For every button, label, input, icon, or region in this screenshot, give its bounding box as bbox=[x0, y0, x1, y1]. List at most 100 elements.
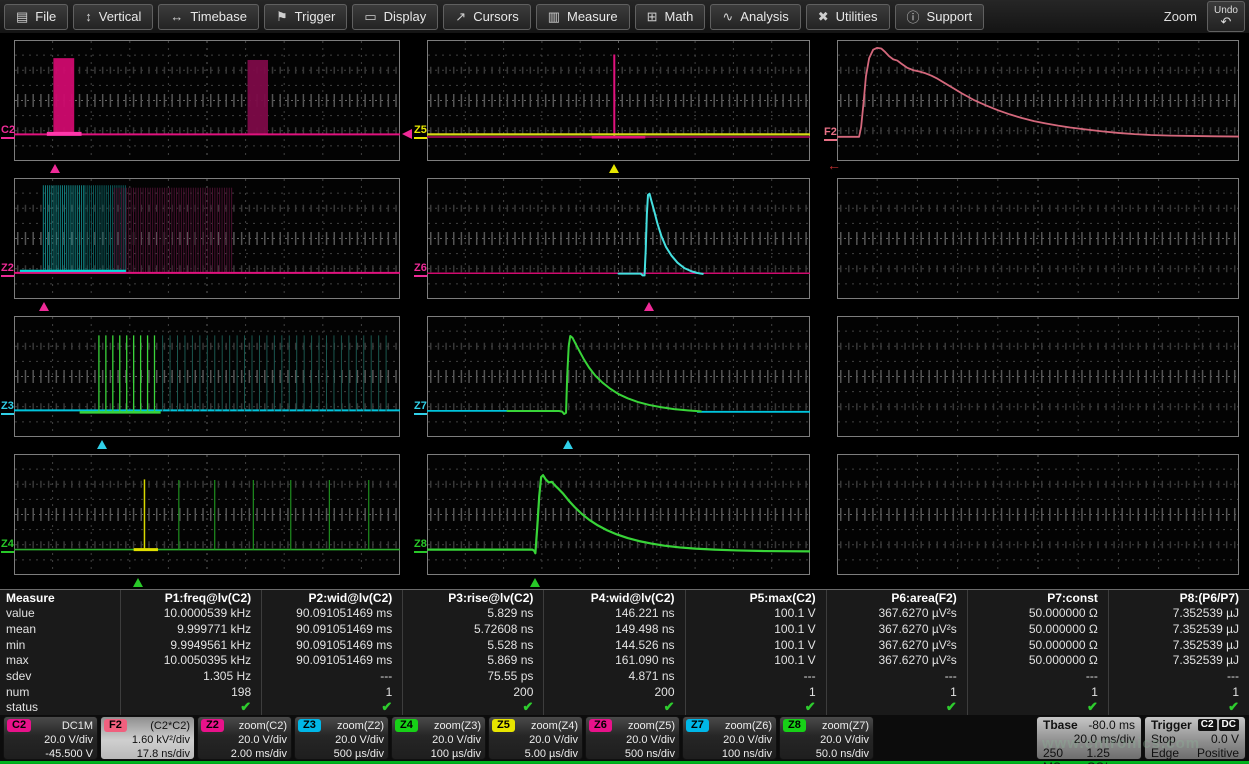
trigger-position-marker[interactable] bbox=[563, 440, 573, 449]
panel-z2[interactable]: Z2 bbox=[14, 178, 400, 299]
measure-column-p7: P7:const50.000000 Ω50.000000 Ω50.000000 … bbox=[967, 590, 1108, 715]
grid-panel-empty[interactable] bbox=[837, 178, 1239, 299]
trigger-position-marker[interactable] bbox=[609, 164, 619, 173]
channel-label-z8[interactable]: Z8 bbox=[414, 539, 427, 553]
measure-col-header-p7[interactable]: P7:const bbox=[968, 590, 1108, 606]
trigger-summary[interactable]: Trigger C2 DC Stop 0.0 V Edge Positive bbox=[1144, 716, 1246, 760]
menu-button-support[interactable]: ⓘSupport bbox=[895, 4, 985, 30]
channel-label-f2[interactable]: F2 bbox=[824, 127, 837, 141]
descriptor-z3[interactable]: Z3zoom(Z2)20.0 V/div500 µs/div bbox=[294, 716, 389, 760]
menu-button-math[interactable]: ⊞ Math bbox=[635, 4, 706, 30]
graticule bbox=[14, 40, 400, 161]
measure-col-header-p1[interactable]: P1:freq@lv(C2) bbox=[121, 590, 261, 606]
zoom-mode-label: Zoom bbox=[1164, 9, 1197, 24]
channel-badge-c2: C2 bbox=[7, 719, 31, 732]
descriptor-z5[interactable]: Z5zoom(Z4)20.0 V/div5.00 µs/div bbox=[488, 716, 583, 760]
measure-value: 1.305 Hz bbox=[121, 668, 261, 684]
menu-button-cursors[interactable]: ↗Cursors bbox=[443, 4, 530, 30]
menu-button-label: Analysis bbox=[740, 9, 788, 24]
panel-f2[interactable]: F2← bbox=[837, 40, 1239, 161]
measure-value: 90.091051469 ms bbox=[262, 653, 402, 669]
measure-col-header-p3[interactable]: P3:rise@lv(C2) bbox=[403, 590, 543, 606]
grid-panel-empty[interactable] bbox=[837, 316, 1239, 437]
undo-button[interactable]: Undo ↶ bbox=[1207, 1, 1245, 32]
descriptor-scale: 20.0 V/div bbox=[298, 733, 384, 747]
menu-button-timebase[interactable]: ↔Timebase bbox=[158, 4, 259, 30]
timebase-offset: -80.0 ms bbox=[1088, 718, 1135, 732]
trigger-level-arrow[interactable] bbox=[402, 129, 412, 139]
measure-value: 9.9949561 kHz bbox=[121, 637, 261, 653]
descriptor-z2[interactable]: Z2zoom(C2)20.0 V/div2.00 ms/div bbox=[197, 716, 292, 760]
menu-button-label: Math bbox=[664, 9, 693, 24]
descriptor-source: zoom(Z4) bbox=[531, 720, 578, 732]
menu-button-measure[interactable]: ▥Measure bbox=[536, 4, 630, 30]
trigger-position-marker[interactable] bbox=[39, 302, 49, 311]
math-calculator-icon: ⊞ bbox=[647, 9, 658, 25]
panel-z7[interactable]: Z7 bbox=[427, 316, 810, 437]
menu-button-label: Timebase bbox=[190, 9, 247, 24]
descriptor-z8[interactable]: Z8zoom(Z7)20.0 V/div50.0 ns/div bbox=[779, 716, 874, 760]
descriptor-z7[interactable]: Z7zoom(Z6)20.0 V/div100 ns/div bbox=[682, 716, 777, 760]
menu-button-trigger[interactable]: ⚑Trigger bbox=[264, 4, 347, 30]
descriptor-z4[interactable]: Z4zoom(Z3)20.0 V/div100 µs/div bbox=[391, 716, 486, 760]
measure-table: MeasurevaluemeanminmaxsdevnumstatusP1:fr… bbox=[0, 589, 1249, 715]
channel-label-z3[interactable]: Z3 bbox=[1, 401, 14, 415]
trigger-position-marker[interactable] bbox=[530, 578, 540, 587]
panel-z8[interactable]: Z8 bbox=[427, 454, 810, 575]
measure-col-header-p5[interactable]: P5:max(C2) bbox=[686, 590, 826, 606]
channel-label-z6[interactable]: Z6 bbox=[414, 263, 427, 277]
measure-row-label: value bbox=[0, 606, 120, 622]
panel-z5[interactable]: Z5 bbox=[427, 40, 810, 161]
panel-c2[interactable]: C2 bbox=[14, 40, 400, 161]
panel-z4[interactable]: Z4 bbox=[14, 454, 400, 575]
waveform-display: C2Z5F2←Z2Z6Z3Z7Z4Z8 bbox=[0, 34, 1249, 589]
channel-label-z2[interactable]: Z2 bbox=[1, 263, 14, 277]
graticule bbox=[427, 178, 810, 299]
panel-z3[interactable]: Z3 bbox=[14, 316, 400, 437]
descriptor-f2[interactable]: F2(C2*C2)1.60 kV²/div17.8 ns/div bbox=[100, 716, 195, 760]
oscilloscope-screen: ▤File↕Vertical↔Timebase⚑Trigger▭Display↗… bbox=[0, 0, 1249, 764]
measure-value: 10.0050395 kHz bbox=[121, 653, 261, 669]
measure-col-header-p2[interactable]: P2:wid@lv(C2) bbox=[262, 590, 402, 606]
descriptor-source: zoom(Z3) bbox=[434, 720, 481, 732]
channel-label-z7[interactable]: Z7 bbox=[414, 401, 427, 415]
measure-value: 7.352539 µJ bbox=[1109, 606, 1249, 622]
menu-button-vertical[interactable]: ↕Vertical bbox=[73, 4, 153, 30]
measure-col-header-p8[interactable]: P8:(P6/P7) bbox=[1109, 590, 1249, 606]
descriptor-c2[interactable]: C2DC1M20.0 V/div-45.500 V bbox=[3, 716, 98, 760]
trigger-position-marker[interactable] bbox=[50, 164, 60, 173]
measure-col-header-p6[interactable]: P6:area(F2) bbox=[827, 590, 967, 606]
channel-label-z4[interactable]: Z4 bbox=[1, 539, 14, 553]
channel-label-c2[interactable]: C2 bbox=[1, 125, 15, 139]
timebase-summary[interactable]: Tbase -80.0 ms 20.0 ms/div 250 MS 1.25 G… bbox=[1036, 716, 1142, 760]
menu-bar: ▤File↕Vertical↔Timebase⚑Trigger▭Display↗… bbox=[0, 0, 1249, 34]
measure-value: 100.1 V bbox=[686, 637, 826, 653]
trigger-mode: Stop bbox=[1151, 732, 1176, 746]
measure-value: 90.091051469 ms bbox=[262, 606, 402, 622]
trigger-coupling-badge: DC bbox=[1219, 719, 1239, 731]
menu-button-file[interactable]: ▤File bbox=[4, 4, 68, 30]
timebase-scale: 20.0 ms/div bbox=[1074, 732, 1135, 746]
graticule bbox=[427, 316, 810, 437]
measure-col-header-p4[interactable]: P4:wid@lv(C2) bbox=[544, 590, 684, 606]
trigger-position-marker[interactable] bbox=[133, 578, 143, 587]
menu-button-label: Measure bbox=[567, 9, 618, 24]
menu-button-utilities[interactable]: ✖Utilities bbox=[806, 4, 890, 30]
trigger-position-marker[interactable] bbox=[644, 302, 654, 311]
measure-row-label: max bbox=[0, 653, 120, 669]
grid-panel-empty[interactable] bbox=[837, 454, 1239, 575]
descriptor-scale: 20.0 V/div bbox=[783, 733, 869, 747]
trigger-position-marker[interactable] bbox=[97, 440, 107, 449]
descriptor-offset: 100 ns/div bbox=[686, 747, 772, 761]
measure-row-label: num bbox=[0, 684, 120, 700]
measure-value: --- bbox=[968, 668, 1108, 684]
channel-label-z5[interactable]: Z5 bbox=[414, 125, 427, 139]
measure-status-ok-icon: ✔ bbox=[686, 699, 826, 715]
descriptor-source: zoom(Z5) bbox=[628, 720, 675, 732]
menu-button-display[interactable]: ▭Display bbox=[352, 4, 438, 30]
panel-z6[interactable]: Z6 bbox=[427, 178, 810, 299]
menu-button-analysis[interactable]: ∿Analysis bbox=[710, 4, 800, 30]
measure-value: 200 bbox=[544, 684, 684, 700]
graticule bbox=[14, 316, 400, 437]
descriptor-z6[interactable]: Z6zoom(Z5)20.0 V/div500 ns/div bbox=[585, 716, 680, 760]
